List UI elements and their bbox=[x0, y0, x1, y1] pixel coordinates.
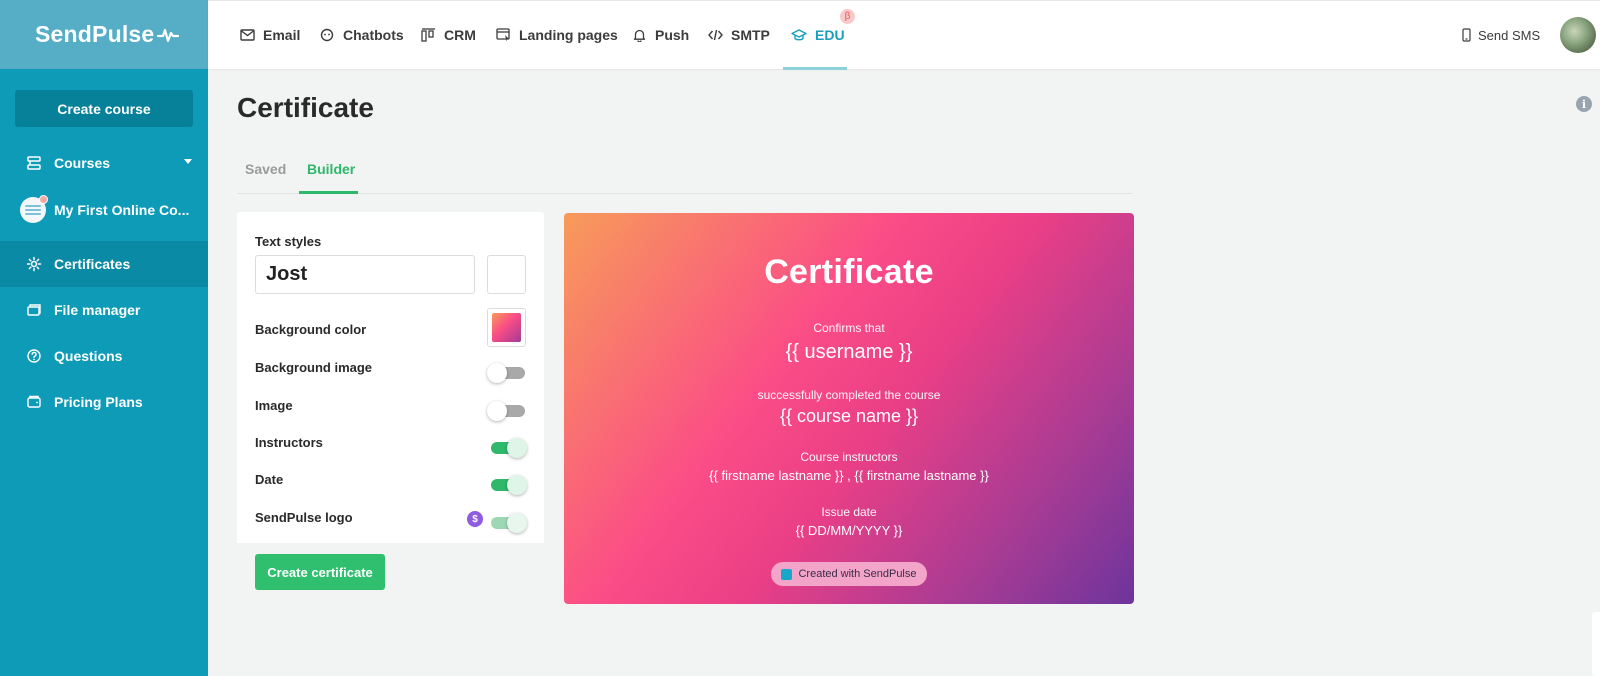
create-certificate-button[interactable]: Create certificate bbox=[255, 554, 385, 590]
completed-text: successfully completed the course bbox=[757, 388, 941, 402]
builder-panel: Text styles Jost Background color Backgr… bbox=[237, 212, 544, 600]
folder-icon bbox=[24, 300, 44, 320]
page-title: Certificate bbox=[237, 92, 374, 123]
tabs: Saved Builder bbox=[237, 155, 1132, 194]
topnav-email[interactable]: Email bbox=[238, 1, 300, 69]
instructors-label: Instructors bbox=[255, 435, 323, 450]
sidebar-item-course[interactable]: My First Online Co... bbox=[0, 187, 208, 233]
topnav-landing-pages[interactable]: Landing pages bbox=[494, 1, 618, 69]
sendpulse-logo-icon bbox=[781, 568, 793, 580]
landing-icon bbox=[494, 26, 512, 44]
topnav-push[interactable]: Push bbox=[630, 1, 689, 69]
chat-widget-edge[interactable] bbox=[1592, 612, 1600, 676]
created-with-badge: Created with SendPulse bbox=[771, 562, 927, 586]
paid-feature-icon: $ bbox=[467, 511, 483, 527]
sidebar-item-label: Questions bbox=[54, 348, 123, 364]
text-styles-label: Text styles bbox=[255, 234, 322, 249]
image-toggle[interactable] bbox=[487, 401, 525, 421]
tab-underline bbox=[299, 191, 358, 194]
instructors-heading: Course instructors bbox=[800, 450, 898, 464]
issue-date-heading: Issue date bbox=[821, 505, 877, 519]
background-color-picker[interactable] bbox=[487, 308, 526, 347]
tab-builder[interactable]: Builder bbox=[307, 161, 355, 177]
sidebar-item-file-manager[interactable]: File manager bbox=[0, 287, 208, 333]
graduation-cap-icon bbox=[790, 26, 808, 44]
topnav-label: EDU bbox=[815, 27, 845, 43]
confirms-text: Confirms that bbox=[813, 321, 885, 335]
active-tab-indicator bbox=[783, 67, 847, 70]
sidebar-item-label: Pricing Plans bbox=[54, 394, 143, 410]
sidebar-item-label: Certificates bbox=[54, 256, 131, 272]
tab-saved[interactable]: Saved bbox=[245, 161, 286, 177]
sidebar-item-courses[interactable]: Courses bbox=[0, 140, 208, 186]
background-image-label: Background image bbox=[255, 360, 373, 375]
topnav-label: Chatbots bbox=[343, 27, 404, 43]
sidebar-item-label: My First Online Co... bbox=[54, 202, 190, 218]
background-color-label: Background color bbox=[255, 322, 367, 337]
topnav-label: CRM bbox=[444, 27, 476, 43]
badge-label: Created with SendPulse bbox=[798, 568, 917, 580]
user-avatar[interactable] bbox=[1560, 17, 1596, 53]
info-icon[interactable]: i bbox=[1576, 96, 1592, 112]
date-placeholder: {{ DD/MM/YYYY }} bbox=[795, 523, 903, 538]
sidebar-item-label: File manager bbox=[54, 302, 141, 318]
image-label: Image bbox=[255, 398, 293, 413]
date-label: Date bbox=[255, 472, 284, 487]
bell-icon bbox=[630, 26, 648, 44]
gear-icon bbox=[24, 254, 44, 274]
chevron-down-icon[interactable] bbox=[184, 159, 192, 164]
create-course-button[interactable]: Create course bbox=[15, 90, 193, 127]
text-color-swatch bbox=[492, 260, 521, 289]
background-image-toggle[interactable] bbox=[487, 363, 525, 383]
sidebar-item-pricing-plans[interactable]: Pricing Plans bbox=[0, 379, 208, 425]
certificate-preview: Certificate Confirms that {{ username }}… bbox=[564, 213, 1134, 604]
brand-logo[interactable]: SendPulse bbox=[0, 0, 208, 69]
phone-icon bbox=[1462, 28, 1471, 42]
chatbot-icon bbox=[318, 26, 336, 44]
question-icon bbox=[24, 346, 44, 366]
course-avatar bbox=[20, 195, 48, 223]
beta-badge: β bbox=[840, 9, 855, 24]
send-sms-label: Send SMS bbox=[1478, 27, 1541, 43]
brand-name: SendPulse bbox=[35, 21, 155, 47]
topnav-smtp[interactable]: SMTP bbox=[706, 1, 770, 69]
certificate-title: Certificate bbox=[764, 253, 934, 291]
sidebar-item-certificates[interactable]: Certificates bbox=[0, 241, 208, 287]
sidebar: SendPulse Create course Courses My First… bbox=[0, 0, 208, 676]
topnav-crm[interactable]: CRM bbox=[419, 1, 476, 69]
instructors-placeholder: {{ firstname lastname }} , {{ firstname … bbox=[709, 468, 989, 483]
course-name-placeholder: {{ course name }} bbox=[779, 406, 919, 426]
username-placeholder: {{ username }} bbox=[785, 341, 913, 363]
wallet-icon bbox=[24, 392, 44, 412]
topnav-edu[interactable]: EDU bbox=[790, 1, 845, 69]
topnav-label: Push bbox=[655, 27, 690, 43]
code-icon bbox=[706, 26, 724, 44]
sidebar-item-label: Courses bbox=[54, 155, 111, 171]
pulse-icon bbox=[157, 28, 180, 42]
background-color-swatch bbox=[492, 313, 521, 342]
text-color-picker[interactable] bbox=[487, 255, 526, 294]
send-sms-link[interactable]: Send SMS bbox=[1462, 1, 1540, 69]
sendpulse-logo-toggle[interactable] bbox=[491, 513, 527, 533]
font-select[interactable]: Jost bbox=[255, 255, 475, 294]
courses-icon bbox=[24, 153, 44, 173]
sendpulse-logo-label: SendPulse logo bbox=[255, 510, 353, 525]
crm-icon bbox=[419, 26, 437, 44]
topnav-label: SMTP bbox=[731, 27, 770, 43]
sidebar-item-questions[interactable]: Questions bbox=[0, 333, 208, 379]
instructors-toggle[interactable] bbox=[491, 438, 527, 458]
topnav-label: Email bbox=[263, 27, 301, 43]
topnav-chatbots[interactable]: Chatbots bbox=[318, 1, 404, 69]
top-navigation: Email Chatbots CRM Landing pages Push SM… bbox=[208, 0, 1600, 70]
topnav-label: Landing pages bbox=[519, 27, 618, 43]
date-toggle[interactable] bbox=[491, 475, 527, 495]
mail-icon bbox=[238, 26, 256, 44]
